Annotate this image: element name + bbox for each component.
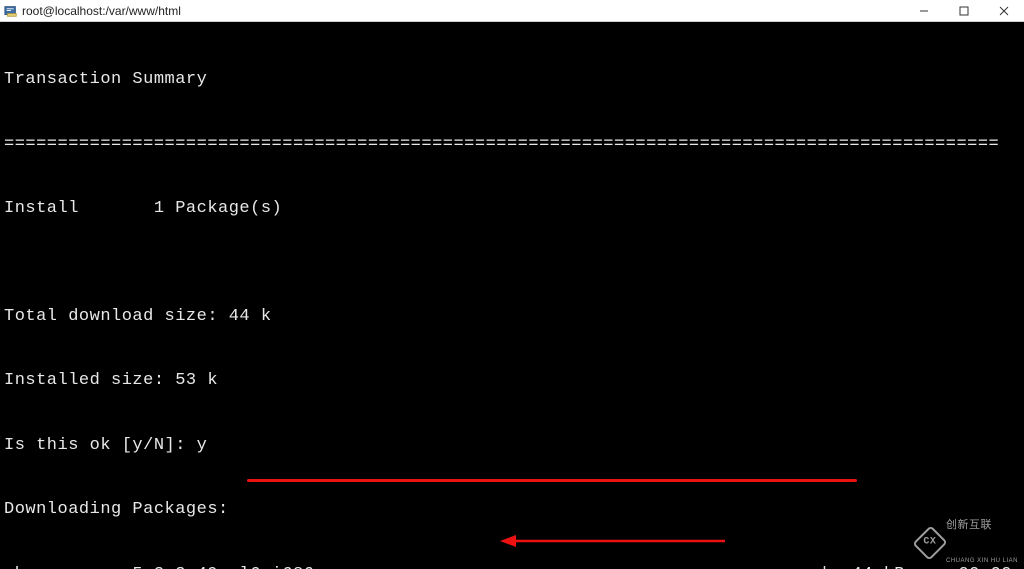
window-title: root@localhost:/var/www/html	[22, 4, 181, 18]
output-line: Installed size: 53 k	[4, 370, 1020, 392]
watermark-logo-icon: CX	[912, 525, 947, 560]
output-line: Install 1 Package(s)	[4, 198, 1020, 220]
minimize-button[interactable]	[904, 0, 944, 21]
watermark: CX 创新互联 CHUANG XIN HU LIAN	[918, 525, 1018, 561]
annotation-underline	[247, 479, 857, 482]
maximize-button[interactable]	[944, 0, 984, 21]
output-line: php-process-5.3.3-49.el6.i686.rpm | 44 k…	[4, 564, 1020, 569]
terminal[interactable]: Transaction Summary ====================…	[0, 22, 1024, 569]
output-line: Total download size: 44 k	[4, 306, 1020, 328]
output-line: ========================================…	[4, 134, 1020, 156]
output-line: Is this ok [y/N]: y	[4, 435, 1020, 457]
close-button[interactable]	[984, 0, 1024, 21]
putty-icon	[4, 4, 18, 18]
annotation-arrow	[500, 529, 730, 553]
output-line: Transaction Summary	[4, 69, 1020, 91]
window-controls	[904, 0, 1024, 21]
output-line: Downloading Packages:	[4, 499, 1020, 521]
watermark-text: 创新互联 CHUANG XIN HU LIAN	[946, 495, 1018, 569]
window-titlebar: root@localhost:/var/www/html	[0, 0, 1024, 22]
